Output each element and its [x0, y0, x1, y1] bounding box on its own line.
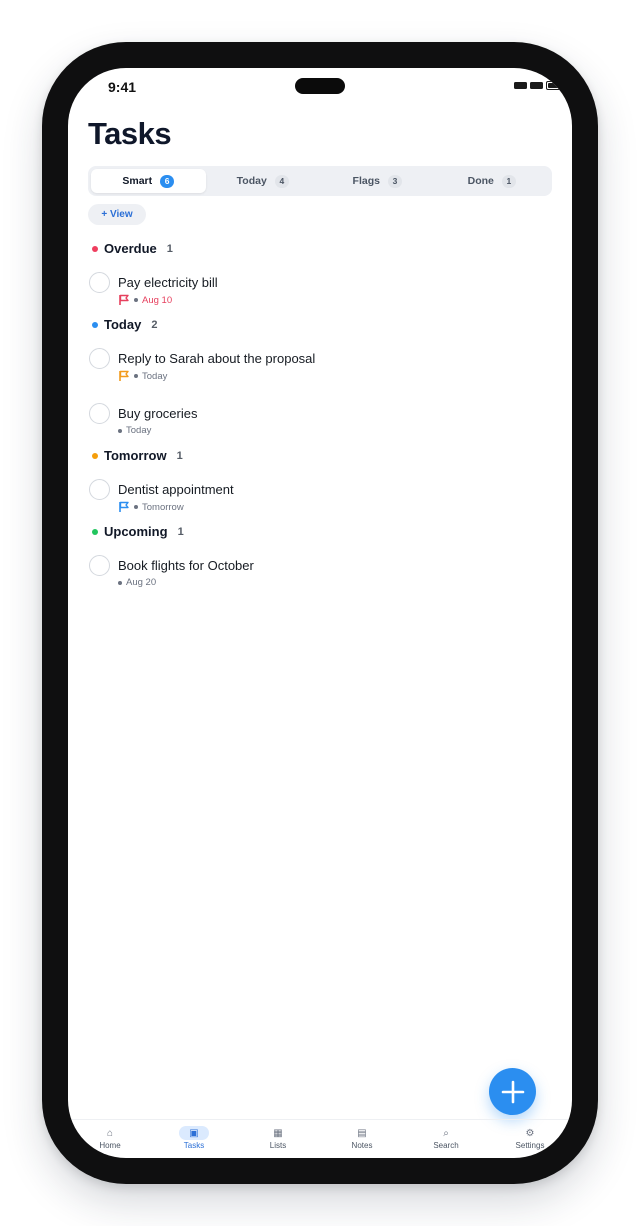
screen: 9:41 Tasks Smart 6 Today 4 Flags 3 Done … — [68, 68, 572, 1158]
segment-flags[interactable]: Flags 3 — [320, 169, 435, 193]
task-checkbox[interactable] — [89, 479, 110, 500]
section-title: Overdue — [104, 241, 157, 256]
segment-smart[interactable]: Smart 6 — [91, 169, 206, 193]
task-checkbox[interactable] — [89, 555, 110, 576]
section-header-today: Today 2 — [92, 317, 157, 332]
segment-count: 6 — [160, 174, 175, 188]
flag-icon — [119, 370, 129, 381]
segment-count: 1 — [501, 174, 516, 188]
tab-search[interactable]: ⌕ Search — [404, 1120, 488, 1158]
meta-dot — [134, 374, 138, 378]
task-item[interactable]: Buy groceries Today — [89, 403, 549, 447]
bottom-tab-bar: ⌂ Home ▣ Tasks ▦ Lists ▤ Notes ⌕ Search … — [68, 1119, 572, 1158]
task-meta: Today — [118, 425, 151, 436]
section-header-upcoming: Upcoming 1 — [92, 524, 184, 539]
add-task-button[interactable] — [489, 1068, 536, 1115]
meta-dot — [134, 298, 138, 302]
task-due-date: Aug 10 — [142, 294, 173, 306]
task-title: Dentist appointment — [118, 482, 234, 497]
home-icon: ⌂ — [106, 1127, 114, 1139]
tab-label: Lists — [269, 1141, 287, 1150]
tab-notes[interactable]: ▤ Notes — [320, 1120, 404, 1158]
section-count: 1 — [177, 525, 184, 538]
add-view-button[interactable]: + View — [88, 204, 146, 225]
tab-home[interactable]: ⌂ Home — [68, 1120, 152, 1158]
meta-dot — [118, 428, 122, 433]
section-title: Upcoming — [104, 524, 168, 539]
tab-settings[interactable]: ⚙ Settings — [488, 1120, 572, 1158]
task-item[interactable]: Book flights for October Aug 20 — [89, 555, 549, 599]
tab-label: Tasks — [183, 1141, 205, 1150]
task-meta: Today — [118, 370, 167, 382]
task-due-date: Today — [126, 425, 152, 436]
task-item[interactable]: Pay electricity bill Aug 10 — [89, 272, 549, 316]
section-count: 1 — [166, 242, 173, 255]
task-checkbox[interactable] — [89, 403, 110, 424]
task-due-date: Aug 20 — [126, 577, 157, 588]
notes-icon: ▤ — [357, 1127, 367, 1139]
dynamic-island — [295, 78, 345, 94]
segment-label: Smart — [122, 175, 153, 187]
segment-label: Today — [236, 175, 267, 187]
segment-count: 3 — [387, 174, 402, 188]
status-time: 9:41 — [108, 79, 137, 95]
tab-label: Settings — [515, 1141, 545, 1150]
section-title: Tomorrow — [104, 448, 167, 463]
signal-icon — [514, 82, 527, 89]
filter-segmented-control: Smart 6 Today 4 Flags 3 Done 1 — [88, 166, 552, 196]
task-meta: Tomorrow — [118, 501, 184, 513]
task-item[interactable]: Dentist appointment Tomorrow — [89, 479, 549, 523]
section-dot — [92, 452, 98, 459]
section-header-tomorrow: Tomorrow 1 — [92, 448, 183, 463]
task-item[interactable]: Reply to Sarah about the proposal Today — [89, 348, 549, 392]
meta-dot — [118, 580, 122, 585]
section-dot — [92, 245, 98, 252]
task-title: Pay electricity bill — [118, 275, 218, 290]
wifi-icon — [530, 82, 543, 89]
task-meta: Aug 20 — [118, 577, 156, 588]
search-icon: ⌕ — [443, 1127, 449, 1139]
gear-icon: ⚙ — [525, 1127, 535, 1139]
task-checkbox[interactable] — [89, 348, 110, 369]
task-due-date: Today — [142, 370, 168, 382]
segment-label: Done — [467, 175, 494, 187]
battery-icon — [546, 81, 564, 90]
tab-label: Search — [433, 1141, 459, 1150]
section-dot — [92, 321, 98, 328]
tab-label: Home — [99, 1141, 121, 1150]
task-checkbox[interactable] — [89, 272, 110, 293]
segment-done[interactable]: Done 1 — [435, 169, 550, 193]
task-due-date: Tomorrow — [142, 501, 184, 513]
plus-icon — [501, 1080, 524, 1103]
status-icons — [514, 81, 564, 90]
segment-count: 4 — [274, 174, 289, 188]
tab-tasks[interactable]: ▣ Tasks — [152, 1120, 236, 1158]
task-title: Book flights for October — [118, 558, 254, 573]
section-header-overdue: Overdue 1 — [92, 241, 173, 256]
lists-icon: ▦ — [273, 1127, 283, 1139]
segment-today[interactable]: Today 4 — [206, 169, 321, 193]
segment-label: Flags — [352, 175, 380, 187]
flag-icon — [119, 501, 129, 512]
tab-label: Notes — [351, 1141, 373, 1150]
flag-icon — [119, 294, 129, 305]
section-title: Today — [104, 317, 142, 332]
meta-dot — [134, 505, 138, 509]
tasks-icon: ▣ — [179, 1126, 209, 1140]
task-meta: Aug 10 — [118, 294, 172, 306]
task-title: Buy groceries — [118, 406, 198, 421]
section-count: 1 — [176, 449, 183, 462]
task-title: Reply to Sarah about the proposal — [118, 351, 316, 366]
tab-lists[interactable]: ▦ Lists — [236, 1120, 320, 1158]
section-dot — [92, 528, 98, 535]
section-count: 2 — [151, 318, 158, 331]
page-title: Tasks — [88, 116, 172, 151]
